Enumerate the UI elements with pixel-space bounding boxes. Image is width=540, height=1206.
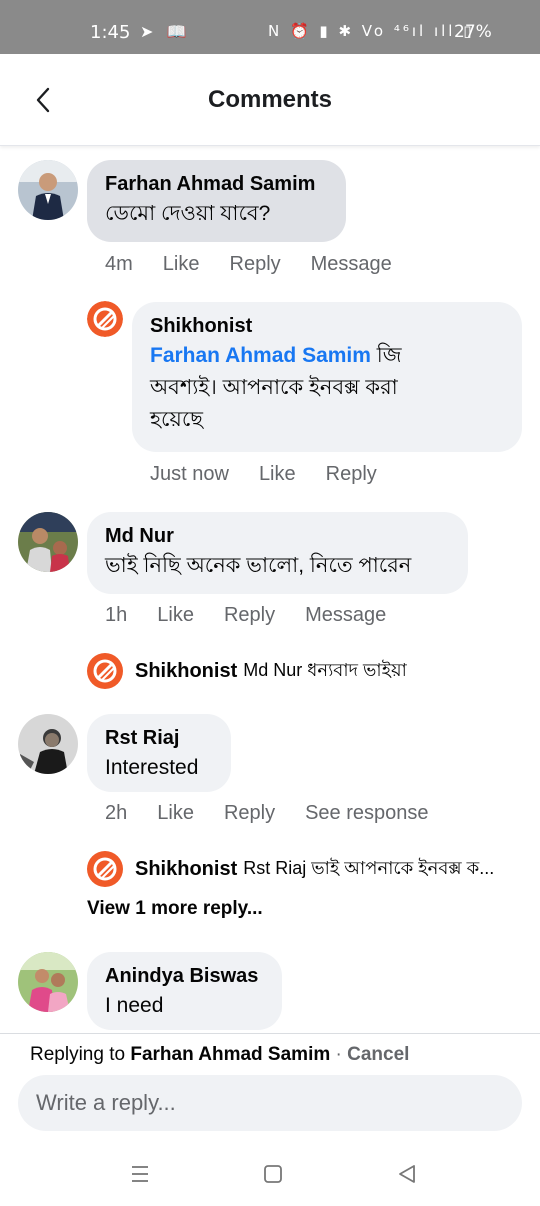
comment-author[interactable]: Anindya Biswas [105,962,264,990]
reply-button[interactable]: Reply [230,253,281,276]
reply-button[interactable]: Reply [224,802,275,825]
system-icons: N ⏰ ▮ ✱ Vo ⁴⁶ıl ıll ▯ [268,22,475,40]
reply-text: Rst Riaj ভাই আপনাকে ইনবক্স ক... [243,857,495,878]
avatar-md-nur[interactable] [18,512,78,572]
mention-link[interactable]: Farhan Ahmad Samim [150,344,371,367]
page-title: Comments [207,86,333,113]
recents-icon [132,1166,148,1182]
system-back-button[interactable] [392,1159,422,1189]
back-triangle-icon [399,1165,415,1183]
separator: · [330,1044,348,1065]
like-button[interactable]: Like [259,463,296,486]
comment-bubble[interactable]: Anindya Biswas I need [87,952,282,1030]
avatar-rst-riaj[interactable] [18,714,78,774]
comment-actions: 4m Like Reply Message [105,253,392,276]
comment-actions: 1h Like Reply Message [105,604,386,627]
comment-bubble[interactable]: Md Nur ভাই নিছি অনেক ভালো, নিতে পারেন [87,512,468,594]
reply-author[interactable]: Shikhonist [150,312,504,340]
reply-actions: Just now Like Reply [150,463,377,486]
recents-button[interactable] [125,1159,155,1189]
profile-photo [18,160,78,220]
reply-text-line-3: হয়েছে [150,408,204,431]
home-button[interactable] [258,1159,288,1189]
comments-header: Comments [0,54,540,146]
avatar-anindya[interactable] [18,952,78,1012]
reply-bubble[interactable]: Shikhonist Farhan Ahmad Samim জি অবশ্যই।… [132,302,522,452]
status-bar: 1:45 ➤ 📖 N ⏰ ▮ ✱ Vo ⁴⁶ıl ıll ▯ 27% [0,0,540,54]
reply-text-part: জি [370,344,402,367]
reply-button[interactable]: Reply [224,604,275,627]
comment-bubble[interactable]: Rst Riaj Interested [87,714,231,792]
comment-bubble[interactable]: Farhan Ahmad Samim ডেমো দেওয়া যাবে? [87,160,346,242]
cancel-reply-button[interactable]: Cancel [347,1044,409,1065]
reply-text-line-2: অবশ্যই। আপনাকে ইনবক্স করা [150,376,398,399]
collapsed-reply[interactable]: Shikhonist Rst Riaj ভাই আপনাকে ইনবক্স ক.… [87,851,517,887]
status-time: 1:45 [90,22,131,43]
like-button[interactable]: Like [157,802,194,825]
reply-time: Just now [150,463,229,485]
like-button[interactable]: Like [157,604,194,627]
comment-text: I need [105,994,164,1017]
profile-photo [18,952,78,1012]
reply-composer: Replying to Farhan Ahmad Samim · Cancel [0,1033,540,1143]
comment-time: 2h [105,802,128,824]
comment-time: 1h [105,604,128,626]
replying-to-name: Farhan Ahmad Samim [130,1044,331,1065]
home-icon [264,1165,282,1183]
reply-text: Md Nur ধন্যবাদ ভাইয়া [243,659,407,680]
comment-text: ভাই নিছি অনেক ভালো, নিতে পারেন [105,554,412,577]
page-avatar[interactable] [87,301,123,337]
replying-to-bar: Replying to Farhan Ahmad Samim · Cancel [30,1044,409,1066]
comment-time: 4m [105,253,133,275]
reply-author[interactable]: Shikhonist [135,660,237,683]
like-button[interactable]: Like [163,253,200,276]
shikhonist-logo-icon [87,301,123,337]
comment-author[interactable]: Md Nur [105,522,450,550]
comment-actions: 2h Like Reply See response [105,802,429,825]
system-nav-bar [0,1143,540,1206]
shikhonist-logo-icon [87,851,123,887]
replying-prefix: Replying to [30,1044,131,1065]
battery-percent: 27% [454,22,492,42]
message-button[interactable]: Message [311,253,392,276]
collapsed-reply[interactable]: Shikhonist Md Nur ধন্যবাদ ভাইয়া [87,653,527,689]
message-button[interactable]: Message [305,604,386,627]
profile-photo [18,512,78,572]
comment-text: Interested [105,756,199,779]
avatar-farhan[interactable] [18,160,78,220]
comment-author[interactable]: Farhan Ahmad Samim [105,170,328,198]
comment-author[interactable]: Rst Riaj [105,724,213,752]
reply-author[interactable]: Shikhonist [135,858,237,881]
reply-text-line-1: Farhan Ahmad Samim জি [150,340,504,372]
view-more-replies-link[interactable]: View 1 more reply... [87,898,263,920]
reply-button[interactable]: Reply [326,463,377,486]
reply-input[interactable] [18,1075,522,1131]
shikhonist-logo-icon [87,653,123,689]
notification-icons: ➤ 📖 [140,22,191,41]
profile-photo [18,714,78,774]
see-response-button[interactable]: See response [305,802,428,825]
comment-text: ডেমো দেওয়া যাবে? [105,202,271,225]
